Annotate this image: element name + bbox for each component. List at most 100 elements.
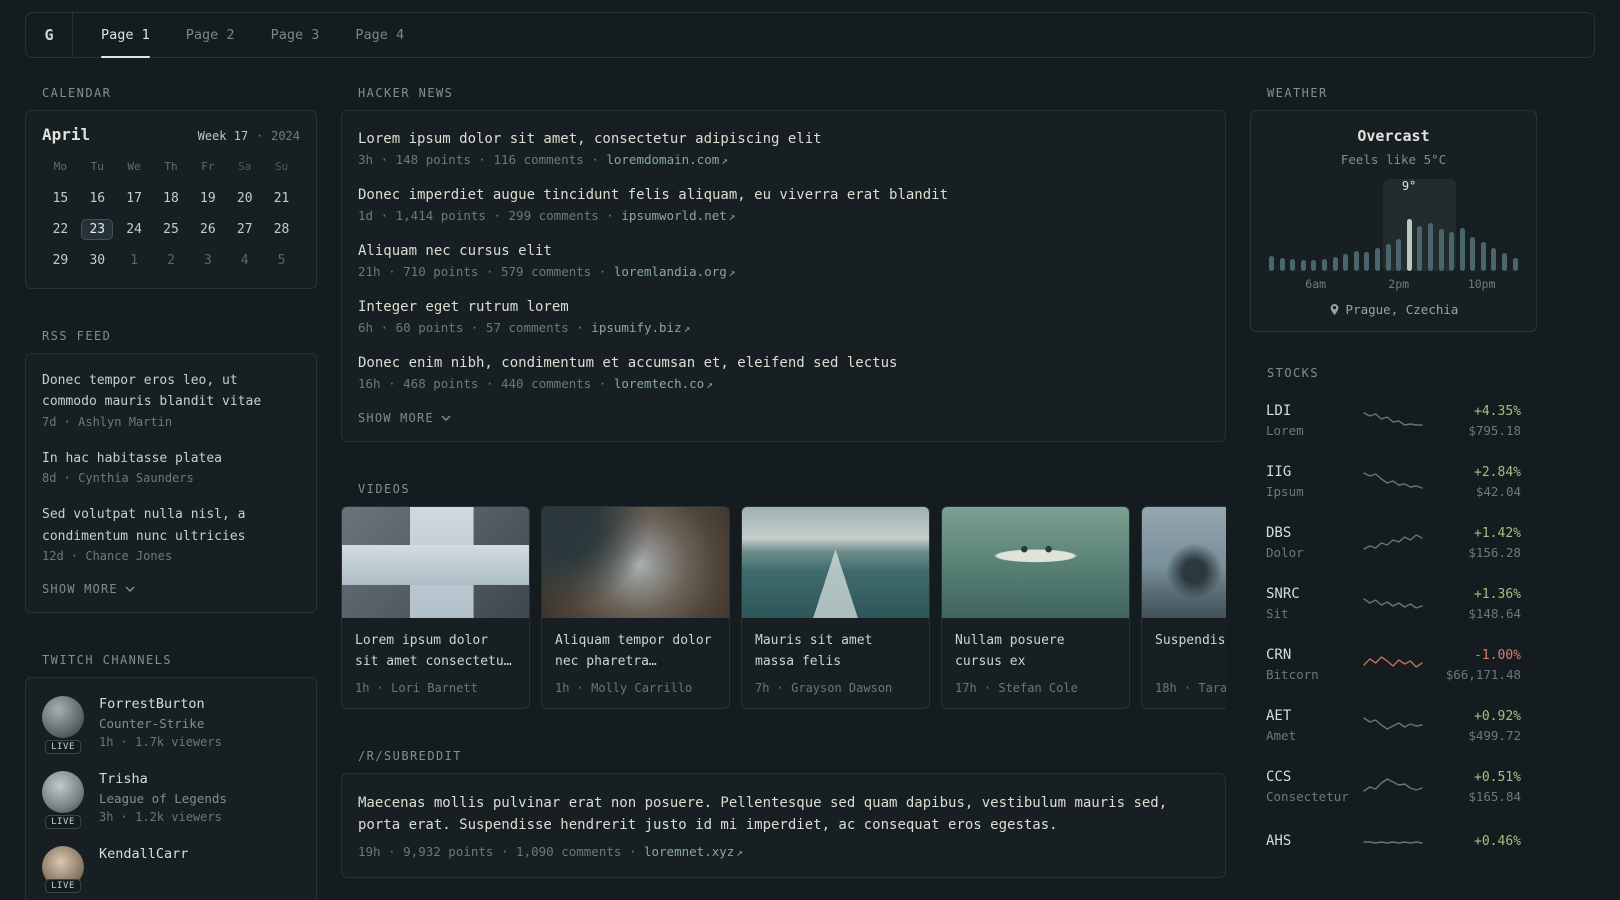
stock-values: +1.36% $148.64 [1425, 587, 1521, 621]
twitch-channel-item[interactable]: LIVE ForrestBurton Counter-Strike 1h · 1… [42, 696, 300, 755]
calendar-day[interactable]: 22 [42, 214, 79, 245]
calendar-day[interactable]: 20 [226, 183, 263, 214]
calendar-day[interactable]: 5 [263, 245, 300, 276]
stock-row[interactable]: AHS +0.46% [1250, 817, 1537, 869]
twitch-channel-item[interactable]: LIVE Trisha League of Legends 3h · 1.2k … [42, 771, 300, 830]
weather-temp-label: 9° [1401, 179, 1417, 193]
nav-tab[interactable]: Page 2 [186, 13, 235, 57]
calendar-day[interactable]: 18 [153, 183, 190, 214]
story-domain-link[interactable]: ipsumworld.net ↗ [621, 208, 735, 223]
stock-row[interactable]: SNRC Sit +1.36% $148.64 [1250, 573, 1537, 634]
app-logo[interactable]: G [26, 13, 73, 57]
story-title[interactable]: Donec enim nibh, condimentum et accumsan… [358, 355, 1209, 371]
stock-symbol: AET [1266, 708, 1292, 724]
weather-location: Prague, Czechia [1345, 302, 1459, 317]
stock-change: +0.46% [1474, 833, 1521, 849]
video-title: Lorem ipsum dolor sit amet consectetu… [355, 633, 512, 669]
calendar-day-number: 16 [89, 191, 106, 206]
story-title[interactable]: Donec imperdiet augue tincidunt felis al… [358, 187, 1209, 203]
weather-time-labels: 6am 2pm 10pm [1269, 277, 1518, 291]
stock-row[interactable]: CCS Consectetur +0.51% $165.84 [1250, 756, 1537, 817]
calendar-day[interactable]: 15 [42, 183, 79, 214]
stock-row[interactable]: IIG Ipsum +2.84% $42.04 [1250, 451, 1537, 512]
stock-id: IIG Ipsum [1266, 464, 1360, 499]
stock-id: AHS [1266, 833, 1360, 853]
calendar-month: April [42, 125, 91, 144]
nav-tab[interactable]: Page 4 [355, 13, 404, 57]
story-title[interactable]: Integer eget rutrum lorem [358, 299, 1209, 315]
nav-tabs: Page 1 Page 2 Page 3 Page 4 [101, 13, 404, 58]
calendar-day[interactable]: 28 [263, 214, 300, 245]
video-card[interactable]: Lorem ipsum dolor sit amet consectetu… 1… [341, 506, 530, 709]
nav-tab[interactable]: Page 3 [271, 13, 320, 57]
rss-item[interactable]: Sed volutpat nulla nisl, a condimentum n… [42, 504, 300, 563]
rss-item-title: In hac habitasse platea [42, 450, 223, 466]
calendar-day-number: 29 [52, 253, 69, 268]
story-domain-link[interactable]: loremtech.co ↗ [614, 376, 713, 391]
calendar-day-number: 27 [236, 222, 253, 237]
calendar-weekday-label: Fr [201, 160, 215, 173]
calendar-day[interactable]: 23 [79, 214, 116, 245]
calendar-day[interactable]: 3 [189, 245, 226, 276]
story-domain-link[interactable]: loremdomain.com ↗ [606, 152, 728, 167]
calendar-day-number: 22 [52, 222, 69, 237]
twitch-channel-item[interactable]: LIVE KendallCarr [42, 846, 300, 894]
video-card[interactable]: Suspendisse diam 18h · Tara [1141, 506, 1226, 709]
calendar-weekday-label: Mo [53, 160, 68, 173]
stock-sparkline [1360, 408, 1425, 434]
stock-id: SNRC Sit [1266, 586, 1360, 621]
hackernews-list: Lorem ipsum dolor sit amet, consectetur … [358, 131, 1209, 391]
calendar-day-number: 20 [236, 191, 253, 206]
stock-change: +0.92% [1474, 708, 1521, 724]
calendar-day[interactable]: 27 [226, 214, 263, 245]
rss-item[interactable]: In hac habitasse platea 8d · Cynthia Sau… [42, 448, 300, 485]
video-card[interactable]: Aliquam tempor dolor nec pharetra… 1h · … [541, 506, 730, 709]
calendar-day[interactable]: 24 [116, 214, 153, 245]
calendar-day[interactable]: 16 [79, 183, 116, 214]
rss-item[interactable]: Donec tempor eros leo, ut commodo mauris… [42, 370, 300, 429]
stock-row[interactable]: AET Amet +0.92% $499.72 [1250, 695, 1537, 756]
stock-symbol: SNRC [1266, 586, 1300, 602]
stock-price: $795.18 [1468, 422, 1521, 438]
story-title[interactable]: Aliquam nec cursus elit [358, 243, 1209, 259]
calendar-day[interactable]: 17 [116, 183, 153, 214]
channel-name: ForrestBurton [99, 696, 205, 713]
calendar-day[interactable]: 19 [189, 183, 226, 214]
calendar-weekday-label: Su [274, 160, 289, 173]
stock-row[interactable]: DBS Dolor +1.42% $156.28 [1250, 512, 1537, 573]
story-domain-link[interactable]: ipsumify.biz ↗ [591, 320, 690, 335]
video-title: Aliquam tempor dolor nec pharetra… [555, 633, 712, 669]
calendar-day[interactable]: 30 [79, 245, 116, 276]
story-title[interactable]: Lorem ipsum dolor sit amet, consectetur … [358, 131, 1209, 147]
section-title-twitch: TWITCH CHANNELS [42, 653, 172, 668]
post-domain-link[interactable]: loremnet.xyz ↗ [644, 844, 743, 859]
channel-game: League of Legends [99, 791, 227, 807]
calendar-day[interactable]: 26 [189, 214, 226, 245]
rss-show-more-button[interactable]: SHOW MORE [42, 582, 135, 596]
nav-tab-label: Page 1 [101, 27, 150, 43]
story-meta-row: 1d · 1,414 points · 299 comments · ipsum… [358, 208, 1209, 223]
stock-row[interactable]: CRN Bitcorn -1.00% $66,171.48 [1250, 634, 1537, 695]
video-thumbnail [942, 507, 1129, 618]
calendar-day[interactable]: 25 [153, 214, 190, 245]
stock-price: $165.84 [1468, 788, 1521, 804]
weather-hour-bar [1300, 259, 1306, 271]
external-link-icon: ↗ [721, 154, 728, 167]
nav-tab[interactable]: Page 1 [101, 13, 150, 58]
calendar-day[interactable]: 21 [263, 183, 300, 214]
calendar-day[interactable]: 4 [226, 245, 263, 276]
calendar-day[interactable]: 1 [116, 245, 153, 276]
calendar-day[interactable]: 2 [153, 245, 190, 276]
stock-sparkline [1360, 469, 1425, 495]
weather-hour-bar [1311, 259, 1317, 271]
post-title[interactable]: Maecenas mollis pulvinar erat non posuer… [358, 792, 1209, 837]
video-body: Aliquam tempor dolor nec pharetra… 1h · … [542, 618, 729, 708]
video-card[interactable]: Mauris sit amet massa felis 7h · Grayson… [741, 506, 930, 709]
story-domain-link[interactable]: loremlandia.org ↗ [614, 264, 736, 279]
calendar-day[interactable]: 29 [42, 245, 79, 276]
stock-price: $148.64 [1468, 605, 1521, 621]
stock-row[interactable]: LDI Lorem +4.35% $795.18 [1250, 390, 1537, 451]
hackernews-show-more-button[interactable]: SHOW MORE [358, 411, 451, 425]
video-card[interactable]: Nullam posuere cursus ex 17h · Stefan Co… [941, 506, 1130, 709]
calendar-day-number: 15 [52, 191, 69, 206]
